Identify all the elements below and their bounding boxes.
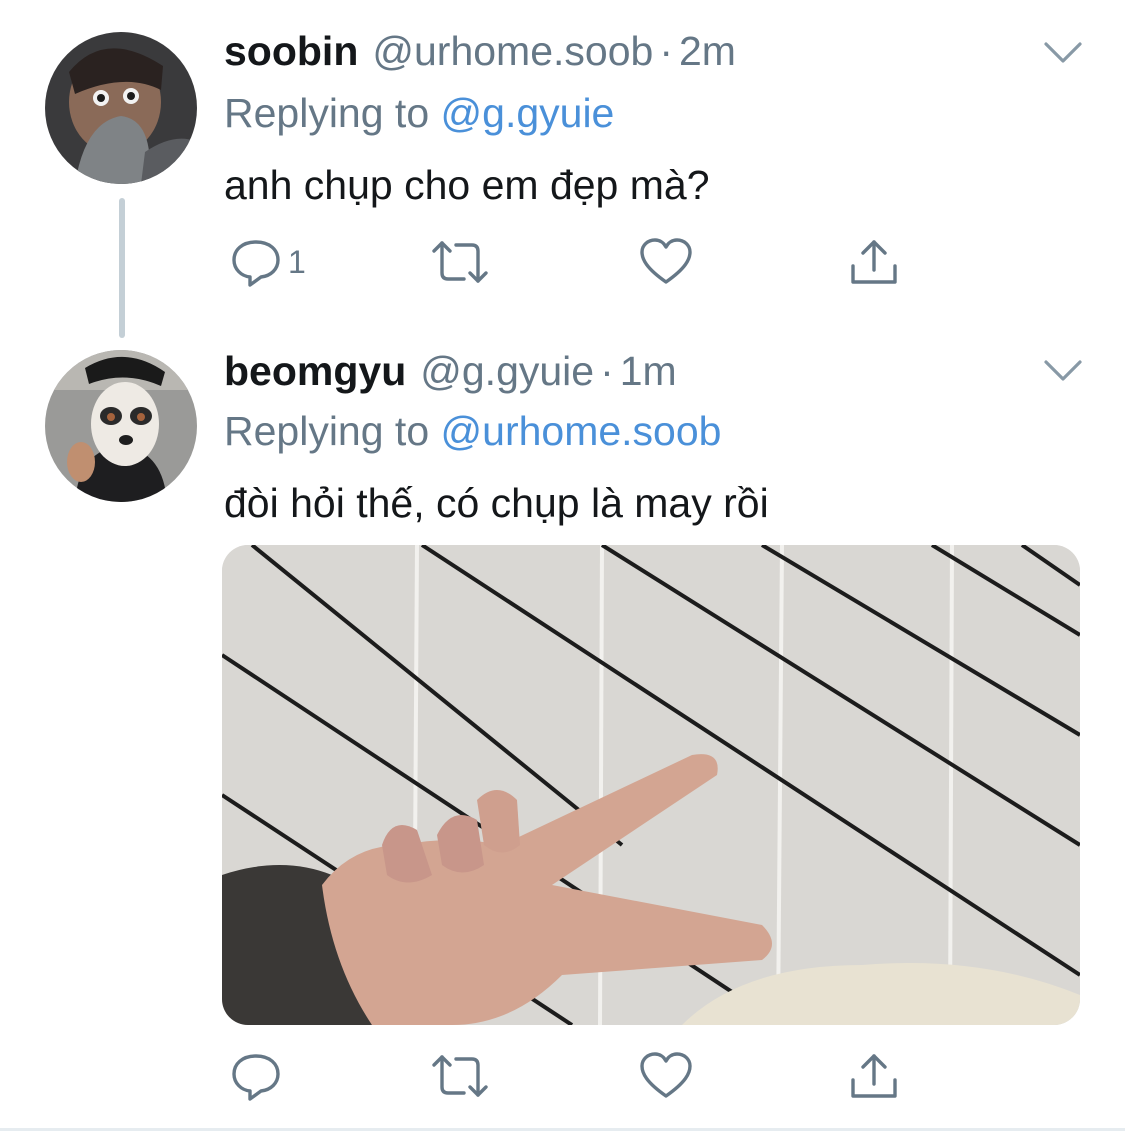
separator-dot: · — [659, 28, 673, 74]
like-button[interactable] — [638, 232, 694, 292]
action-bar: 1 — [224, 232, 914, 292]
display-name[interactable]: soobin — [224, 28, 358, 75]
like-button[interactable] — [638, 1046, 694, 1106]
timestamp[interactable]: 1m — [620, 348, 677, 395]
retweet-button[interactable] — [430, 1046, 490, 1106]
peace-sign-photo — [222, 545, 1080, 1025]
replying-to: Replying to @g.gyuie — [224, 90, 614, 137]
chevron-down-icon[interactable] — [1043, 40, 1083, 66]
share-icon — [851, 240, 897, 284]
tweet-text: anh chụp cho em đẹp mà? — [224, 162, 710, 208]
share-button[interactable] — [848, 232, 900, 292]
action-bar — [224, 1046, 914, 1106]
replying-to-label: Replying to — [224, 408, 430, 454]
share-button[interactable] — [848, 1046, 900, 1106]
tweet-header: soobin @urhome.soob · 2m — [224, 28, 736, 78]
separator-dot: · — [600, 348, 614, 394]
tweet-text: đòi hỏi thế, có chụp là may rồi — [224, 480, 769, 526]
display-name[interactable]: beomgyu — [224, 348, 406, 395]
avatar-beomgyu-image — [45, 350, 197, 502]
tweet-photo[interactable] — [222, 545, 1080, 1025]
reply-icon — [232, 1054, 280, 1101]
retweet-button[interactable] — [430, 232, 490, 292]
reply-button[interactable] — [228, 1046, 288, 1106]
user-handle[interactable]: @urhome.soob — [372, 28, 653, 75]
reply-count: 1 — [288, 243, 306, 280]
reply-icon — [232, 240, 280, 287]
like-icon — [640, 1052, 692, 1098]
replying-to-mention[interactable]: @g.gyuie — [441, 90, 615, 136]
replying-to-mention[interactable]: @urhome.soob — [441, 408, 722, 454]
user-handle[interactable]: @g.gyuie — [420, 348, 594, 395]
chevron-down-icon[interactable] — [1043, 358, 1083, 384]
timestamp[interactable]: 2m — [679, 28, 736, 75]
tweet-thread: soobin @urhome.soob · 2m Replying to @g.… — [0, 0, 1125, 1131]
retweet-icon — [432, 241, 488, 283]
avatar-soobin-image — [45, 32, 197, 184]
tweet-header: beomgyu @g.gyuie · 1m — [224, 348, 677, 398]
avatar[interactable] — [45, 350, 197, 502]
retweet-icon — [432, 1055, 488, 1097]
like-icon — [640, 238, 692, 284]
avatar[interactable] — [45, 32, 197, 184]
tweet-soobin[interactable]: soobin @urhome.soob · 2m Replying to @g.… — [0, 0, 1125, 320]
replying-to-label: Replying to — [224, 90, 430, 136]
reply-button[interactable]: 1 — [228, 232, 306, 292]
share-icon — [851, 1054, 897, 1098]
replying-to: Replying to @urhome.soob — [224, 408, 721, 455]
